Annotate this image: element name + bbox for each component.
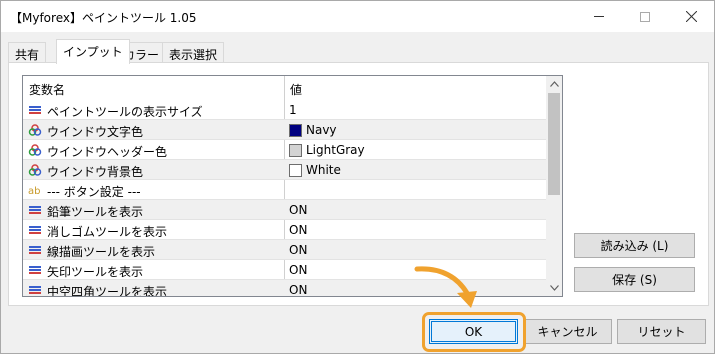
column-header-value[interactable]: 値 xyxy=(290,81,302,98)
color-swatch xyxy=(289,163,302,177)
variable-name: 消しゴムツールを表示 xyxy=(47,225,168,239)
variable-value-text: ON xyxy=(289,263,308,277)
variable-name: 中空四角ツールを表示 xyxy=(47,285,168,297)
variable-value[interactable]: ON xyxy=(289,283,308,297)
variable-value[interactable]: ON xyxy=(289,263,307,277)
minimize-button[interactable] xyxy=(576,1,622,32)
variable-name: 線描画ツールを表示 xyxy=(47,245,156,259)
grid-row[interactable]: 線描画ツールを表示 ON xyxy=(23,240,548,260)
variable-name: ウインドウヘッダー色 xyxy=(47,145,168,159)
color-icon xyxy=(28,144,42,156)
variable-value-text: Navy xyxy=(306,123,337,137)
svg-text:ab: ab xyxy=(28,186,40,196)
scroll-thumb[interactable] xyxy=(548,93,560,195)
scroll-up-icon[interactable] xyxy=(546,76,562,92)
variable-value-text: White xyxy=(306,163,341,177)
close-button[interactable] xyxy=(668,1,714,32)
variable-value-text: 1 xyxy=(289,103,297,117)
maximize-button xyxy=(622,1,668,32)
variable-name: ペイントツールの表示サイズ xyxy=(47,105,203,119)
variable-value[interactable]: ON xyxy=(289,223,307,237)
load-button[interactable]: 読み込み (L) xyxy=(574,233,695,258)
save-button[interactable]: 保存 (S) xyxy=(574,267,695,292)
input-tab-panel: 変数名 値 ペイントツールの表示サイズ 1 ウインドウ文字色 Navy ウインドウヘッダ… xyxy=(8,62,709,306)
int-icon xyxy=(28,224,42,236)
grid-row[interactable]: ペイントツールの表示サイズ 1 xyxy=(23,100,548,120)
color-swatch xyxy=(289,123,302,137)
variable-name: 鉛筆ツールを表示 xyxy=(47,205,144,219)
string-icon: ab xyxy=(28,184,42,197)
grid-row[interactable]: ab --- ボタン設定 --- xyxy=(23,180,548,200)
grid-row[interactable]: ウインドウヘッダー色 LightGray xyxy=(23,140,548,160)
variable-value[interactable]: Navy xyxy=(289,123,337,137)
variable-value[interactable]: ON xyxy=(289,243,307,257)
reset-button[interactable]: リセット xyxy=(617,319,706,344)
paint-tool-dialog: 【Myforex】ペイントツール 1.05 共有 インプット カラー 表示選択 … xyxy=(0,0,715,354)
window-title: 【Myforex】ペイントツール 1.05 xyxy=(10,11,197,25)
variable-value[interactable]: LightGray xyxy=(289,143,365,157)
color-icon xyxy=(28,164,42,176)
tab-common[interactable]: 共有 xyxy=(8,42,47,63)
callout-arrow-icon xyxy=(414,266,477,308)
variable-value-text: LightGray xyxy=(306,143,365,157)
variable-name: 矢印ツールを表示 xyxy=(47,265,144,279)
variable-value-text: ON xyxy=(289,243,308,257)
int-icon xyxy=(28,284,42,296)
color-swatch xyxy=(289,143,302,157)
variable-value-text: ON xyxy=(289,283,308,297)
scroll-down-icon[interactable] xyxy=(546,280,562,296)
color-icon xyxy=(28,124,42,136)
close-icon xyxy=(685,11,697,22)
grid-header: 変数名 値 xyxy=(23,76,548,100)
variable-value[interactable]: 1 xyxy=(289,103,297,117)
column-header-variable[interactable]: 変数名 xyxy=(29,81,65,98)
variable-value[interactable]: White xyxy=(289,163,341,177)
grid-row[interactable]: ウインドウ背景色 White xyxy=(23,160,548,180)
variable-name: ウインドウ背景色 xyxy=(47,165,144,179)
title-bar: 【Myforex】ペイントツール 1.05 xyxy=(1,1,714,32)
int-icon xyxy=(28,104,42,116)
variable-name: --- ボタン設定 --- xyxy=(47,185,141,199)
tab-display-select[interactable]: 表示選択 xyxy=(162,42,225,63)
grid-row[interactable]: 鉛筆ツールを表示 ON xyxy=(23,200,548,220)
grid-row[interactable]: ウインドウ文字色 Navy xyxy=(23,120,548,140)
variable-value-text: ON xyxy=(289,203,308,217)
int-icon xyxy=(28,264,42,276)
int-icon xyxy=(28,204,42,216)
tab-input[interactable]: インプット xyxy=(56,39,130,64)
grid-row[interactable]: 消しゴムツールを表示 ON xyxy=(23,220,548,240)
maximize-icon xyxy=(640,11,650,22)
ok-highlight-frame xyxy=(422,312,526,352)
variable-value[interactable]: ON xyxy=(289,203,307,217)
int-icon xyxy=(28,244,42,256)
variable-name: ウインドウ文字色 xyxy=(47,125,144,139)
minimize-icon xyxy=(594,16,604,17)
vertical-scrollbar[interactable] xyxy=(546,76,562,296)
cancel-button[interactable]: キャンセル xyxy=(523,319,612,344)
variable-value-text: ON xyxy=(289,223,308,237)
